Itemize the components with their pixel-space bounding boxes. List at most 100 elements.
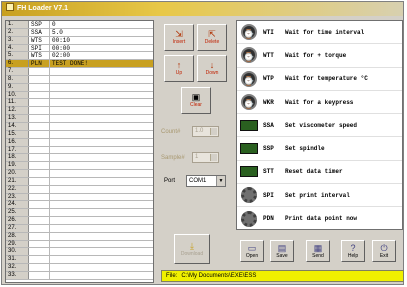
step-row[interactable]: 23. [6,193,153,202]
command-item-wtt[interactable]: ⌚ WTT Wait for + torque [237,44,402,68]
step-row[interactable]: 22. [6,185,153,194]
command-item-stt[interactable]: STT Reset data timer [237,161,402,185]
file-path-bar: File: C:\My Documents\EXE\ESS [161,270,404,282]
step-command [29,177,50,185]
step-number: 20. [6,170,29,177]
step-row[interactable]: 6. PLN TEST DONE! [6,60,153,69]
step-row[interactable]: 27. [6,224,153,233]
step-value [50,107,153,114]
step-value [50,123,153,130]
count-spinner[interactable]: 1.0 [192,126,219,137]
help-icon: ? [350,243,356,253]
step-number: 19. [6,162,29,170]
step-row[interactable]: 4. SPI 00:00 [6,44,153,53]
command-list[interactable]: ⌚ WTI Wait for time interval ⌚ WTT Wait for +… [236,20,403,230]
step-row[interactable]: 33. [6,272,153,280]
save-button[interactable]: ▤ Save [270,240,294,262]
step-command [29,99,50,107]
step-row[interactable]: 31. [6,256,153,265]
port-label: Port [164,178,176,184]
sample-label: Sample# [161,155,185,161]
step-number: 12. [6,107,29,115]
step-row[interactable]: 10. [6,91,153,100]
move-up-button[interactable]: ↑ Up [164,55,194,82]
command-description: Set print interval [285,191,350,199]
command-code: STT [263,168,274,176]
step-command [29,138,50,146]
exit-button[interactable]: ⏻ Exit [372,240,396,262]
step-row[interactable]: 21. [6,177,153,186]
step-row[interactable]: 18. [6,154,153,163]
step-row[interactable]: 29. [6,240,153,249]
step-number: 15. [6,130,29,138]
step-number: 18. [6,154,29,162]
step-command [29,232,50,240]
delete-button[interactable]: ⇱ Delete [197,24,227,51]
step-row[interactable]: 26. [6,217,153,225]
port-select[interactable]: COM1 ▼ [186,175,226,187]
step-row[interactable]: 14. [6,122,153,131]
step-row[interactable]: 13. [6,115,153,123]
command-item-wkr[interactable]: ⌚ WKR Wait for a keypress [237,91,402,115]
step-row[interactable]: 24. [6,201,153,210]
step-row[interactable]: 25. [6,209,153,218]
command-item-wtp[interactable]: ⌚ WTP Wait for temperature °C [237,68,402,91]
step-row[interactable]: 17. [6,146,153,155]
step-number: 9. [6,83,29,91]
step-row[interactable]: 5. WTS 02:00 [6,52,153,61]
app-icon [6,3,14,11]
send-button[interactable]: ▦ Send [306,240,330,262]
download-button[interactable]: ⤓ Download [174,234,210,264]
step-row[interactable]: 11. [6,99,153,108]
command-code: SSA [263,121,274,129]
command-item-wti[interactable]: ⌚ WTI Wait for time interval [237,21,402,45]
open-button[interactable]: ▭ Open [240,240,264,262]
step-number: 32. [6,264,29,271]
step-command [29,154,50,162]
step-table[interactable]: 1. SSP 0 2. SSA 5.0 3. WTS 00:10 4. SPI 00:00 5. WTS 0… [5,20,154,283]
step-row[interactable]: 15. [6,130,153,139]
step-number: 10. [6,91,29,99]
step-row[interactable]: 1. SSP 0 [6,21,153,29]
step-value [50,209,153,216]
step-command [29,91,50,99]
step-row[interactable]: 20. [6,170,153,178]
step-row[interactable]: 30. [6,248,153,257]
command-item-ssp[interactable]: SSP Set spindle [237,137,402,161]
up-arrow-icon: ↑ [176,60,182,70]
wait-command-icon: ⌚ [239,70,259,88]
port-value: COM1 [189,178,207,184]
step-row[interactable]: 8. [6,75,153,84]
command-item-pdn[interactable]: PDN Print data point now [237,207,402,229]
command-description: Wait for time interval [285,28,365,36]
step-value: TEST DONE! [50,60,153,67]
step-command [29,217,50,224]
insert-button[interactable]: ⇲ Insert [164,24,194,51]
step-row[interactable]: 9. [6,83,153,92]
command-item-ssa[interactable]: SSA Set viscometer speed [237,114,402,138]
step-row[interactable]: 19. [6,162,153,171]
move-down-button[interactable]: ↓ Down [197,55,227,82]
set-command-icon [239,163,259,181]
window-title: FH Loader V7.1 [17,5,68,12]
step-row[interactable]: 32. [6,264,153,272]
step-number: 29. [6,240,29,248]
help-button[interactable]: ? Help [341,240,365,262]
step-row[interactable]: 3. WTS 00:10 [6,36,153,45]
step-row[interactable]: 12. [6,107,153,116]
step-row[interactable]: 7. [6,68,153,76]
step-value: 5.0 [52,28,63,36]
step-row[interactable]: 28. [6,232,153,241]
step-value [50,139,153,146]
sample-spinner[interactable]: 1 [192,152,219,163]
clear-button[interactable]: ▣ Clear [181,87,211,114]
command-code: PDN [263,215,274,223]
step-command [29,193,50,201]
step-row[interactable]: 2. SSA 5.0 [6,28,153,37]
app-window: FH Loader V7.1 1. SSP 0 2. SSA 5.0 3. WTS 00:10 4… [1,1,404,285]
step-row[interactable]: 16. [6,138,153,147]
command-item-spi[interactable]: SPI Set print interval [237,184,402,208]
step-command [29,209,50,217]
command-code: WTT [263,51,274,59]
step-value [50,217,153,224]
